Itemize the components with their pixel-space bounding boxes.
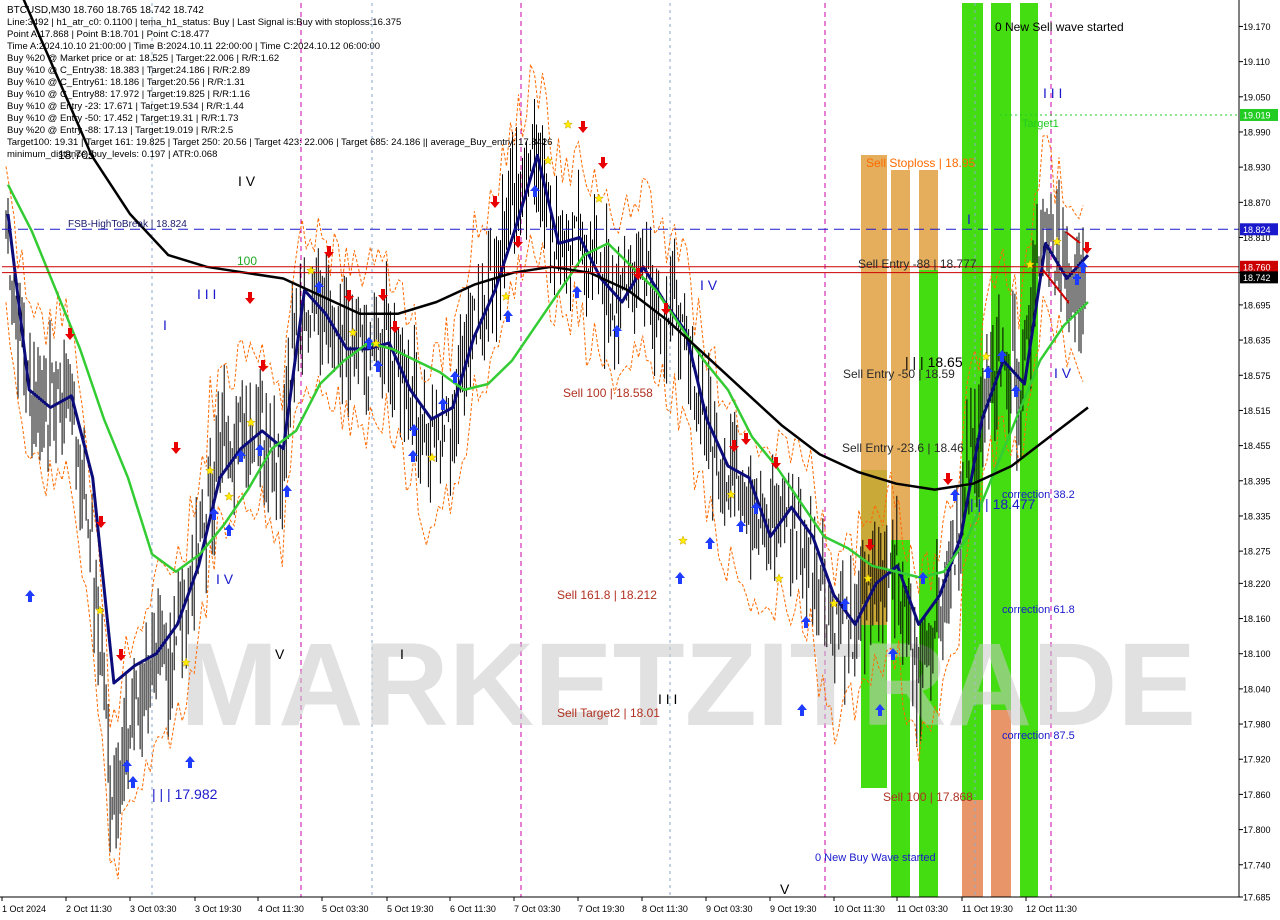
y-tick-label: 18.160 xyxy=(1243,614,1271,624)
x-tick-label: 10 Oct 11:30 xyxy=(834,904,885,914)
wave-label: V xyxy=(275,646,285,662)
info-line: Buy %20 @ Entry -88: 17.13 | Target:19.0… xyxy=(7,125,233,136)
price-chart[interactable]: MARKETZITRADE 0 New Sell wave startedSel… xyxy=(0,0,1280,920)
y-tick-label: 18.275 xyxy=(1243,547,1271,557)
chart-annotation: correction 61.8 xyxy=(1002,604,1075,616)
info-line: minimum_distance_buy_levels: 0.197 | ATR… xyxy=(7,149,217,160)
green-zone xyxy=(1020,3,1038,897)
y-tick-label: 18.575 xyxy=(1243,371,1271,381)
x-tick-label: 2 Oct 11:30 xyxy=(66,904,112,914)
wave-label: I V xyxy=(216,571,234,587)
y-tick-label: 17.980 xyxy=(1243,720,1271,730)
y-tick-label: 17.740 xyxy=(1243,860,1271,870)
x-tick-label: 9 Oct 03:30 xyxy=(706,904,753,914)
y-tick-label: 18.220 xyxy=(1243,579,1271,589)
x-tick-label: 1 Oct 2024 xyxy=(2,904,46,914)
price-tag-label: 18.742 xyxy=(1243,273,1271,283)
x-tick-label: 6 Oct 11:30 xyxy=(450,904,496,914)
x-tick-label: 11 Oct 19:30 xyxy=(962,904,1013,914)
info-line: Buy %10 @ C_Entry88: 17.972 | Target:19.… xyxy=(7,89,250,100)
info-line: Buy %10 @ C_Entry38: 18.383 | Target:24.… xyxy=(7,65,250,76)
x-tick-label: 12 Oct 11:30 xyxy=(1026,904,1077,914)
chart-annotation: Target1 xyxy=(1022,118,1059,130)
price-tag-label: 18.824 xyxy=(1243,225,1271,235)
x-tick-label: 11 Oct 03:30 xyxy=(897,904,948,914)
wave-label: I I I xyxy=(1043,85,1062,101)
x-tick-label: 7 Oct 19:30 xyxy=(578,904,625,914)
chart-annotation: | | | 18.65 xyxy=(905,354,963,370)
info-line: Buy %20 @ Market price or at: 18.525 | T… xyxy=(7,53,279,64)
price-tag-label: 19.019 xyxy=(1243,110,1271,120)
salmon-zone xyxy=(962,800,983,897)
chart-annotation: Sell Entry -23.6 | 18.46 xyxy=(842,441,964,455)
wave-label: I xyxy=(400,646,404,662)
x-tick-label: 4 Oct 11:30 xyxy=(258,904,304,914)
y-tick-label: 18.695 xyxy=(1243,300,1271,310)
price-tag-label: 18.760 xyxy=(1243,262,1271,272)
chart-annotation: Sell Target2 | 18.01 xyxy=(557,706,660,720)
symbol-header: BTCUSD,M30 18.760 18.765 18.742 18.742 xyxy=(7,5,204,16)
x-tick-label: 5 Oct 19:30 xyxy=(387,904,434,914)
info-line: Buy %10 @ C_Entry61: 18.186 | Target:20.… xyxy=(7,77,245,88)
info-line: Buy %10 @ Entry -50: 17.452 | Target:19.… xyxy=(7,113,238,124)
y-tick-label: 18.990 xyxy=(1243,127,1271,137)
x-tick-label: 7 Oct 03:30 xyxy=(514,904,561,914)
wave-label: I V xyxy=(238,173,256,189)
y-tick-label: 19.110 xyxy=(1243,57,1270,67)
y-tick-label: 18.455 xyxy=(1243,441,1271,451)
orange-zone xyxy=(919,170,938,270)
chart-annotation: 100 xyxy=(237,254,257,268)
y-tick-label: 18.040 xyxy=(1243,684,1271,694)
y-tick-label: 17.860 xyxy=(1243,790,1271,800)
y-tick-label: 18.100 xyxy=(1243,649,1271,659)
y-tick-label: 18.515 xyxy=(1243,406,1271,416)
wave-label: I xyxy=(163,317,167,333)
y-tick-label: 18.870 xyxy=(1243,198,1271,208)
wave-label: V xyxy=(780,881,790,897)
y-tick-label: 18.930 xyxy=(1243,163,1271,173)
x-tick-label: 9 Oct 19:30 xyxy=(770,904,817,914)
info-line: Point A:17.868 | Point B:18.701 | Point … xyxy=(7,29,209,40)
y-tick-label: 17.685 xyxy=(1243,893,1271,903)
chart-annotation: Sell 100 | 17.868 xyxy=(883,790,973,804)
x-tick-label: 8 Oct 11:30 xyxy=(642,904,688,914)
chart-annotation: Sell 100 | 18.558 xyxy=(563,386,653,400)
axis-background xyxy=(1239,0,1280,920)
info-line: Buy %10 @ Entry -23: 17.671 | Target:19.… xyxy=(7,101,244,112)
chart-annotation: correction 87.5 xyxy=(1002,730,1075,742)
x-tick-label: 3 Oct 03:30 xyxy=(130,904,177,914)
y-tick-label: 18.335 xyxy=(1243,511,1271,521)
x-tick-label: 5 Oct 03:30 xyxy=(322,904,369,914)
chart-annotation: 0 New Sell wave started xyxy=(995,20,1124,34)
wave-label: I I I xyxy=(197,286,216,302)
wave-label: I V xyxy=(700,277,718,293)
y-tick-label: 17.920 xyxy=(1243,755,1271,765)
y-tick-label: 18.395 xyxy=(1243,476,1271,486)
x-tick-label: 3 Oct 19:30 xyxy=(195,904,242,914)
info-line: Line:3492 | h1_atr_c0: 0.1100 | tema_h1_… xyxy=(7,17,401,28)
chart-annotation: | | | 18.477 xyxy=(970,496,1036,512)
level-label: FSB-HighToBreak | 18.824 xyxy=(68,219,187,230)
chart-annotation: Sell Stoploss | 18.95 xyxy=(866,156,976,170)
wave-label: I V xyxy=(1054,365,1072,381)
chart-annotation: Sell Entry -88 | 18.777 xyxy=(858,257,977,271)
price-axis: 19.170 19.110 19.050 18.990 18.930 18.870 18.8… xyxy=(1238,0,1280,920)
y-tick-label: 19.170 xyxy=(1243,22,1271,32)
chart-annotation: | | | 17.982 xyxy=(152,786,218,802)
info-line: Target100: 19.31 | Target 161: 19.825 | … xyxy=(7,137,552,148)
y-tick-label: 18.635 xyxy=(1243,336,1271,346)
y-tick-label: 17.800 xyxy=(1243,825,1271,835)
wave-label: I xyxy=(967,211,971,227)
info-line: Time A:2024.10.10 21:00:00 | Time B:2024… xyxy=(7,41,380,52)
chart-annotation: 0 New Buy Wave started xyxy=(815,852,936,864)
chart-annotation: Sell 161.8 | 18.212 xyxy=(557,588,657,602)
wave-label: I I I xyxy=(658,691,677,707)
y-tick-label: 19.050 xyxy=(1243,92,1271,102)
